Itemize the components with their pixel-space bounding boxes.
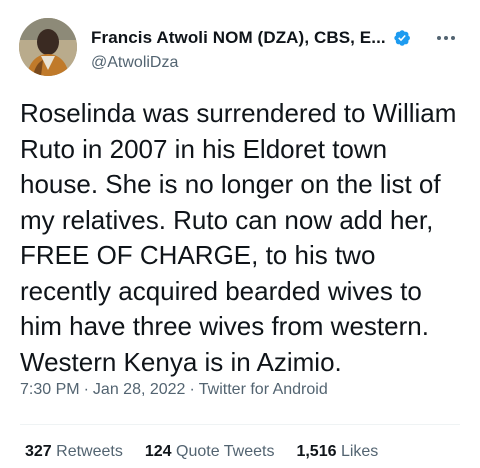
retweets-label: Retweets bbox=[56, 443, 123, 460]
tweet-date[interactable]: Jan 28, 2022 bbox=[93, 381, 186, 398]
more-options-icon[interactable] bbox=[434, 28, 458, 48]
author-names: Francis Atwoli NOM (DZA), CBS, E... @Atw… bbox=[91, 27, 411, 72]
avatar[interactable] bbox=[19, 18, 77, 76]
quote-tweets-stat[interactable]: 124 Quote Tweets bbox=[145, 443, 275, 461]
likes-label: Likes bbox=[340, 443, 379, 460]
verified-badge-icon bbox=[394, 30, 410, 46]
tweet-text: Roselinda was surrendered to William Rut… bbox=[20, 98, 457, 377]
author-handle[interactable]: @AtwoliDza bbox=[91, 54, 411, 72]
likes-stat[interactable]: 1,516 Likes bbox=[296, 443, 378, 461]
meta-separator: · bbox=[189, 381, 195, 398]
meta-separator: · bbox=[83, 381, 89, 398]
divider bbox=[20, 424, 460, 425]
profile-photo-icon bbox=[19, 18, 77, 76]
tweet-time[interactable]: 7:30 PM bbox=[20, 381, 80, 398]
quote-tweets-label: Quote Tweets bbox=[176, 443, 275, 460]
tweet-source[interactable]: Twitter for Android bbox=[199, 381, 328, 398]
likes-count: 1,516 bbox=[296, 443, 337, 460]
author-display-name[interactable]: Francis Atwoli NOM (DZA), CBS, E... bbox=[91, 28, 386, 48]
tweet-meta: 7:30 PM · Jan 28, 2022 · Twitter for Android bbox=[20, 381, 328, 399]
retweets-count: 327 bbox=[25, 443, 52, 460]
tweet-header: Francis Atwoli NOM (DZA), CBS, E... @Atw… bbox=[19, 18, 464, 80]
quote-tweets-count: 124 bbox=[144, 443, 172, 460]
tweet-stats: 327 Retweets 124 Quote Tweets 1,516 Like… bbox=[25, 443, 378, 461]
retweets-stat[interactable]: 327 Retweets bbox=[25, 443, 123, 461]
